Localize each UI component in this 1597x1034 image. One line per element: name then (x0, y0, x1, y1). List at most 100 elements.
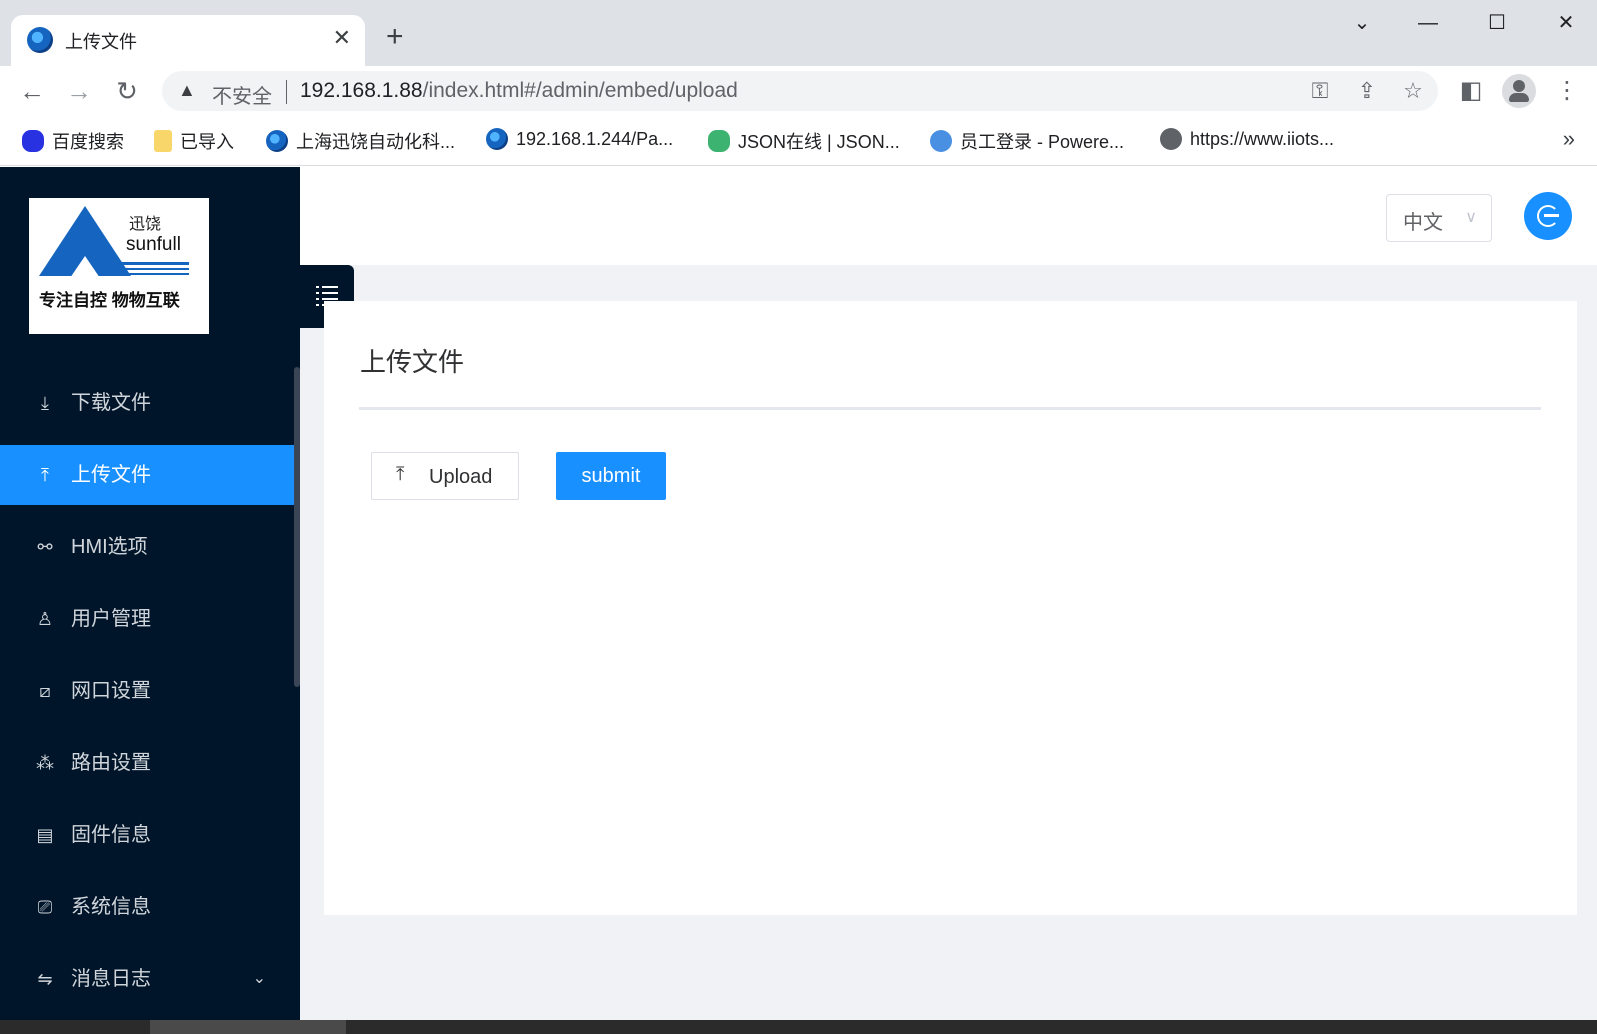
logo-brand-cn: 迅饶 (129, 214, 162, 233)
bookmark-label: 百度搜索 (52, 132, 124, 152)
back-arrow-icon[interactable]: ← (15, 74, 49, 108)
bookmark-item[interactable]: 上海迅饶自动化科... (266, 128, 455, 154)
address-bar[interactable]: ▲ 不安全 192.168.1.88/index.html#/admin/emb… (162, 71, 1438, 111)
bookmarks-bar: 百度搜索 已导入 上海迅饶自动化科... 192.168.1.244/Pa...… (0, 116, 1597, 166)
user-icon: ♙ (36, 609, 54, 629)
browser-titlebar: 上传文件 ✕ + ⌄ — ☐ ✕ (0, 0, 1597, 66)
forward-arrow-icon[interactable]: → (62, 74, 96, 108)
sidebar-item-message-log[interactable]: ⇋ 消息日志 ⌄ (0, 949, 294, 1009)
bookmark-label: 已导入 (180, 132, 234, 152)
os-taskbar (0, 1020, 1597, 1034)
bookmark-item[interactable]: 员工登录 - Powere... (930, 128, 1124, 154)
reload-icon[interactable]: ↻ (110, 74, 144, 108)
url-text[interactable]: 192.168.1.88/index.html#/admin/embed/upl… (300, 79, 738, 103)
maximize-button[interactable]: ☐ (1477, 8, 1517, 38)
browser-toolbar: ← → ↻ ▲ 不安全 192.168.1.88/index.html#/adm… (0, 66, 1597, 116)
tab-search-chevron-icon[interactable]: ⌄ (1342, 8, 1382, 38)
sidebar-item-network[interactable]: ⧄ 网口设置 (0, 661, 294, 721)
side-panel-icon[interactable]: ◧ (1454, 74, 1488, 108)
submit-button[interactable]: submit (556, 452, 666, 500)
folder-icon (154, 130, 172, 152)
bookmark-item[interactable]: https://www.iiots... (1160, 128, 1334, 150)
sidebar-item-label: 路由设置 (71, 752, 151, 774)
sidebar-item-label: 下载文件 (71, 392, 151, 414)
bookmark-label: 员工登录 - Powere... (960, 132, 1125, 152)
bookmarks-overflow-icon[interactable]: » (1563, 126, 1575, 152)
logout-arrow (1544, 214, 1559, 217)
bookmark-item[interactable]: 已导入 (154, 128, 234, 154)
globe-icon (1160, 128, 1182, 150)
sidebar-item-label: 固件信息 (71, 824, 151, 846)
download-icon: ⤓ (41, 393, 49, 413)
chevron-down-icon: ⌄ (252, 970, 266, 987)
route-icon: ⁂ (36, 753, 54, 773)
page-title: 上传文件 (360, 347, 465, 377)
logo-stripe (121, 268, 189, 270)
sidebar-item-upload[interactable]: ⤒ 上传文件 (0, 445, 294, 505)
security-label[interactable]: 不安全 (212, 80, 272, 109)
address-separator (286, 80, 287, 104)
sidebar-item-label: 用户管理 (71, 608, 151, 630)
monitor-icon: ⎚ (37, 897, 53, 917)
bookmark-star-icon[interactable]: ☆ (1398, 78, 1428, 104)
bookmark-item[interactable]: JSON在线 | JSON... (708, 128, 900, 154)
monkey-icon (930, 130, 952, 152)
sidebar-item-hmi[interactable]: ⚯ HMI选项 (0, 517, 294, 577)
sidebar-scrollbar[interactable] (294, 367, 300, 687)
warning-triangle-icon[interactable]: ▲ (178, 80, 196, 101)
language-select[interactable]: 中文 ∨ (1386, 194, 1492, 242)
tab-title: 上传文件 (65, 32, 137, 52)
url-host: 192.168.1.88 (300, 79, 423, 102)
upload-icon: ⤒ (396, 464, 405, 485)
link-icon: ⚯ (37, 537, 53, 557)
key-icon[interactable]: ⚿ (1305, 78, 1335, 104)
firmware-icon: ▤ (36, 825, 54, 845)
upload-icon: ⤒ (41, 465, 49, 485)
company-logo: 迅饶 sunfull 专注自控 物物互联 (29, 198, 209, 334)
logo-stripe (121, 262, 189, 265)
bookmark-item[interactable]: 百度搜索 (22, 128, 124, 154)
browser-tab[interactable]: 上传文件 ✕ (11, 15, 365, 66)
chevron-down-icon: ∨ (1465, 209, 1477, 226)
logo-stripe (121, 273, 189, 275)
sidebar-item-label: HMI选项 (71, 536, 148, 558)
minimize-button[interactable]: — (1408, 8, 1448, 38)
sidebar-item-label: 消息日志 (71, 968, 151, 990)
upload-button[interactable]: ⤒ Upload (371, 452, 519, 500)
flower-icon (708, 130, 730, 152)
sidebar-item-system[interactable]: ⎚ 系统信息 (0, 877, 294, 937)
logo-slogan: 专注自控 物物互联 (39, 291, 180, 310)
upload-card (324, 301, 1577, 915)
share-icon[interactable]: ⇪ (1352, 78, 1382, 104)
tab-favicon-icon (27, 27, 53, 53)
bookmark-label: JSON在线 | JSON... (738, 132, 900, 152)
site-globe-icon (266, 130, 288, 152)
sidebar-item-users[interactable]: ♙ 用户管理 (0, 589, 294, 649)
sidebar-item-download[interactable]: ⤓ 下载文件 (0, 373, 294, 433)
sidebar-item-firmware[interactable]: ▤ 固件信息 (0, 805, 294, 865)
swap-icon: ⇋ (37, 969, 53, 989)
sidebar-item-label: 上传文件 (71, 464, 151, 486)
new-tab-button[interactable]: + (386, 22, 404, 52)
logo-mark-inner (70, 256, 100, 278)
taskbar-active-app[interactable] (150, 1020, 346, 1034)
language-value: 中文 (1403, 212, 1443, 234)
title-divider (359, 407, 1541, 410)
upload-button-label: Upload (429, 466, 493, 488)
tab-close-icon[interactable]: ✕ (333, 25, 351, 51)
sidebar-item-routing[interactable]: ⁂ 路由设置 (0, 733, 294, 793)
close-window-button[interactable]: ✕ (1546, 8, 1586, 38)
bookmark-label: 上海迅饶自动化科... (296, 132, 456, 152)
bookmark-item[interactable]: 192.168.1.244/Pa... (486, 128, 673, 150)
logout-button[interactable] (1524, 192, 1572, 240)
profile-body (1509, 93, 1529, 102)
profile-avatar-icon[interactable] (1502, 74, 1536, 108)
bookmark-label: https://www.iiots... (1190, 128, 1335, 149)
submit-button-label: submit (581, 465, 641, 487)
sidebar-item-label: 网口设置 (71, 680, 151, 702)
url-path: /index.html#/admin/embed/upload (422, 79, 738, 102)
browser-menu-icon[interactable]: ⋮ (1550, 74, 1584, 108)
sidebar: 迅饶 sunfull 专注自控 物物互联 ⤓ 下载文件 ⤒ 上传文件 ⚯ HMI… (0, 167, 300, 1020)
sidebar-item-label: 系统信息 (71, 896, 151, 918)
site-globe-icon (486, 128, 508, 150)
